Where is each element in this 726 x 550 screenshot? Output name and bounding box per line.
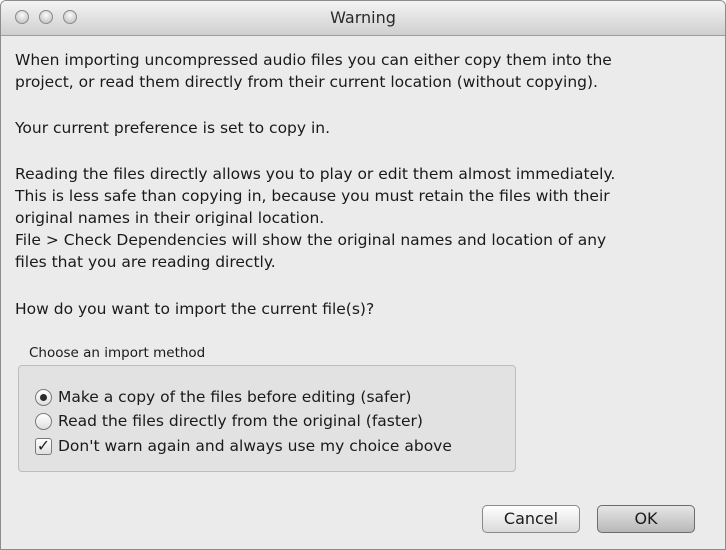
message-line: Reading the files directly allows you to… [15, 165, 616, 183]
message-line: This is less safe than copying in, becau… [15, 187, 610, 205]
cancel-button[interactable]: Cancel [482, 505, 580, 533]
radio-read-directly[interactable]: Read the files directly from the origina… [35, 410, 423, 432]
ok-button[interactable]: OK [597, 505, 695, 533]
warning-dialog: Warning When importing uncompressed audi… [0, 0, 726, 550]
radio-button-unselected[interactable] [35, 412, 52, 430]
import-question: How do you want to import the current fi… [15, 300, 375, 318]
message-line: project, or read them directly from thei… [15, 73, 598, 91]
message-line: When importing uncompressed audio files … [15, 51, 612, 69]
message-line: original names in their original locatio… [15, 209, 325, 227]
radio-copy-files[interactable]: Make a copy of the files before editing … [35, 386, 411, 408]
message-paragraph-3: Reading the files directly allows you to… [15, 163, 715, 273]
message-line: File > Check Dependencies will show the … [15, 231, 607, 249]
window-title: Warning [330, 8, 396, 27]
radio-copy-files-label[interactable]: Make a copy of the files before editing … [58, 388, 411, 406]
message-paragraph-2: Your current preference is set to copy i… [15, 119, 331, 137]
title-bar: Warning [1, 1, 725, 36]
message-paragraph-1: When importing uncompressed audio files … [15, 49, 715, 93]
message-line: files that you are reading directly. [15, 253, 276, 271]
radio-button-selected[interactable] [35, 388, 52, 406]
dont-warn-again-checkbox-row[interactable]: ✓ Don't warn again and always use my cho… [35, 435, 452, 457]
dont-warn-again-label[interactable]: Don't warn again and always use my choic… [58, 437, 452, 455]
import-method-group-label: Choose an import method [29, 345, 206, 361]
checkbox-checked[interactable]: ✓ [35, 437, 52, 455]
import-method-group: Make a copy of the files before editing … [18, 365, 516, 472]
radio-read-directly-label[interactable]: Read the files directly from the origina… [58, 412, 423, 430]
